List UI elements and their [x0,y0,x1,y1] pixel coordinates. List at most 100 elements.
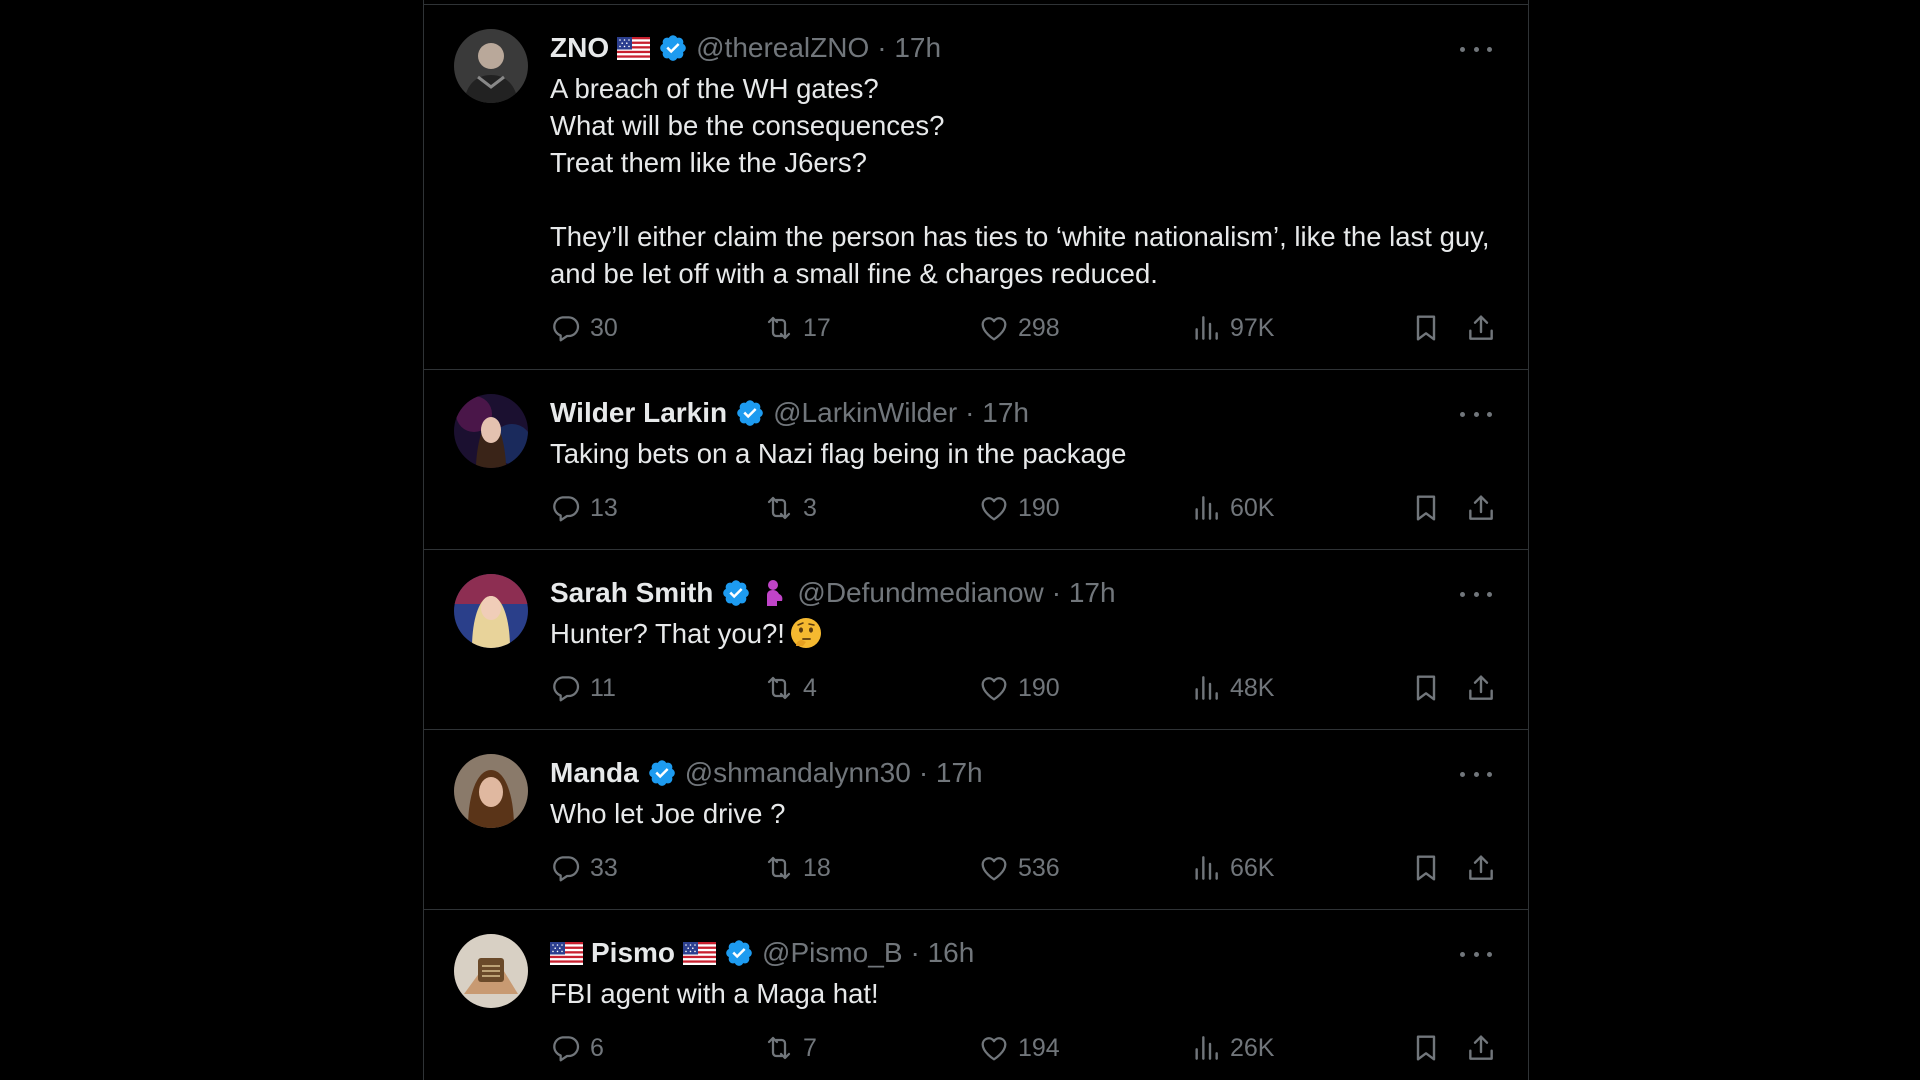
like-button[interactable]: 190 [978,668,1060,708]
like-button[interactable]: 190 [978,488,1060,528]
repost-button[interactable]: 17 [763,308,831,348]
views-button[interactable]: 66K [1190,848,1274,888]
share-button[interactable] [1465,668,1497,708]
verified-badge-icon[interactable] [721,578,751,608]
tweet-actions: 33 18 536 66K [550,848,1500,888]
more-options-icon[interactable] [1460,39,1492,59]
timestamp[interactable]: · 17h [919,757,983,789]
tweet-text: Hunter? That you?! [550,618,785,649]
reply-button[interactable]: 30 [550,308,618,348]
share-button[interactable] [1465,1028,1497,1068]
display-name[interactable]: Sarah Smith [550,577,713,609]
repost-icon [763,492,795,524]
tweet-header: Wilder Larkin @LarkinWilder · 17h [550,392,1500,434]
reply-button[interactable]: 13 [550,488,618,528]
views-button[interactable]: 26K [1190,1028,1274,1068]
share-icon [1465,492,1497,524]
share-icon [1465,672,1497,704]
tweet[interactable]: Pismo @Pismo_B · 16h FBI agent with a Ma… [424,910,1528,1080]
avatar[interactable] [454,574,528,648]
views-button[interactable]: 97K [1190,308,1274,348]
repost-button[interactable]: 18 [763,848,831,888]
heart-icon [978,312,1010,344]
tweet[interactable]: Manda @shmandalynn30 · 17h Who let Joe d… [424,730,1528,910]
more-options-icon[interactable] [1460,764,1492,784]
share-button[interactable] [1465,848,1497,888]
verified-badge-icon[interactable] [658,33,688,63]
bookmark-icon [1410,852,1442,884]
bookmark-button[interactable] [1410,668,1442,708]
repost-count: 17 [803,313,831,342]
repost-count: 7 [803,1033,817,1062]
handle[interactable]: @LarkinWilder [773,397,957,429]
share-button[interactable] [1465,488,1497,528]
share-icon [1465,1032,1497,1064]
handle[interactable]: @Defundmedianow [797,577,1043,609]
like-button[interactable]: 298 [978,308,1060,348]
reply-icon [550,852,582,884]
more-options-icon[interactable] [1460,944,1492,964]
handle[interactable]: @Pismo_B [762,937,902,969]
reply-feed: ZNO @therealZNO · 17h A breach of the WH… [423,0,1529,1080]
reply-count: 33 [590,853,618,882]
handle[interactable]: @therealZNO [696,32,869,64]
avatar[interactable] [454,29,528,103]
avatar[interactable] [454,394,528,468]
display-name[interactable]: ZNO [550,32,609,64]
bookmark-button[interactable] [1410,1028,1442,1068]
more-options-icon[interactable] [1460,404,1492,424]
bookmark-button[interactable] [1410,308,1442,348]
tweet-text: Who let Joe drive ? [550,798,786,829]
bookmark-icon [1410,672,1442,704]
tweet-text: FBI agent with a Maga hat! [550,978,879,1009]
reply-button[interactable]: 33 [550,848,618,888]
repost-icon [763,672,795,704]
tweet-text: A breach of the WH gates? What will be t… [550,73,1490,289]
tweet[interactable]: ZNO @therealZNO · 17h A breach of the WH… [424,5,1528,370]
tweet[interactable]: Sarah Smith @Defundmedianow · 17h Hunter… [424,550,1528,730]
more-options-icon[interactable] [1460,584,1492,604]
views-icon [1190,312,1222,344]
view-count: 66K [1230,853,1275,882]
view-count: 48K [1230,673,1275,702]
avatar[interactable] [454,754,528,828]
display-name[interactable]: Manda [550,757,639,789]
views-button[interactable]: 48K [1190,668,1274,708]
tweet-text-row: Hunter? That you?! [550,615,1500,652]
repost-count: 18 [803,853,831,882]
repost-icon [763,312,795,344]
bookmark-icon [1410,312,1442,344]
tweet-header: ZNO @therealZNO · 17h [550,27,1500,69]
timestamp[interactable]: · 16h [911,937,975,969]
views-icon [1190,672,1222,704]
timestamp[interactable]: · 17h [1052,577,1116,609]
verified-badge-icon[interactable] [647,758,677,788]
avatar[interactable] [454,934,528,1008]
heart-icon [978,1032,1010,1064]
bookmark-icon [1410,492,1442,524]
share-icon [1465,852,1497,884]
repost-button[interactable]: 7 [763,1028,817,1068]
reply-count: 6 [590,1033,604,1062]
bookmark-button[interactable] [1410,488,1442,528]
share-button[interactable] [1465,308,1497,348]
views-button[interactable]: 60K [1190,488,1274,528]
views-icon [1190,492,1222,524]
like-button[interactable]: 194 [978,1028,1060,1068]
repost-button[interactable]: 3 [763,488,817,528]
verified-badge-icon[interactable] [724,938,754,968]
like-button[interactable]: 536 [978,848,1060,888]
timestamp[interactable]: · 17h [877,32,941,64]
like-count: 194 [1018,1033,1060,1062]
verified-badge-icon[interactable] [735,398,765,428]
reply-button[interactable]: 6 [550,1028,604,1068]
heart-icon [978,672,1010,704]
timestamp[interactable]: · 17h [965,397,1029,429]
handle[interactable]: @shmandalynn30 [685,757,911,789]
repost-button[interactable]: 4 [763,668,817,708]
display-name[interactable]: Pismo [591,937,675,969]
bookmark-button[interactable] [1410,848,1442,888]
tweet[interactable]: Wilder Larkin @LarkinWilder · 17h Taking… [424,370,1528,550]
reply-button[interactable]: 11 [550,668,616,708]
display-name[interactable]: Wilder Larkin [550,397,727,429]
